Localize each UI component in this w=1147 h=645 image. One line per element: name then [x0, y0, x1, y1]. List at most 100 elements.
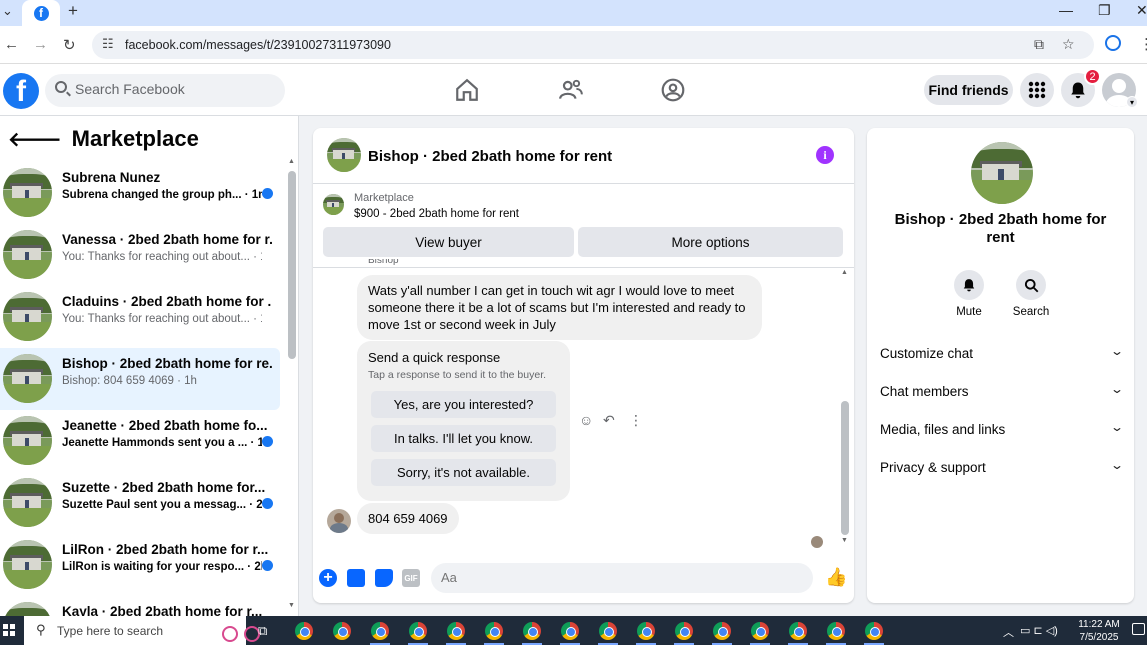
friends-icon[interactable] [558, 77, 584, 103]
facebook-header: f Find friends 2 ▾ [0, 64, 1147, 116]
install-app-icon[interactable]: ⧉ [1034, 36, 1044, 53]
sticker-icon[interactable] [375, 569, 393, 587]
facebook-search[interactable] [45, 74, 285, 107]
chrome-taskbar-icon[interactable] [447, 622, 465, 640]
thread-item[interactable]: Jeanette · 2bed 2bath home fo... Jeanette… [0, 410, 280, 472]
scroll-up-arrow-icon[interactable]: ▲ [288, 158, 295, 165]
thread-item[interactable]: Kayla · 2bed 2bath home for r... [0, 596, 280, 616]
groups-icon[interactable] [660, 77, 686, 103]
tab-search-chevron-icon[interactable]: ⌄ [2, 3, 13, 19]
clock-time: 11:22 AM [1078, 619, 1120, 630]
chrome-taskbar-icon[interactable] [675, 622, 693, 640]
tray-chevron-icon[interactable]: ︿ [1003, 624, 1014, 640]
find-friends-button[interactable]: Find friends [924, 75, 1013, 105]
thread-item[interactable]: LilRon · 2bed 2bath home for r... LilRon … [0, 534, 280, 596]
thumbs-up-icon[interactable]: 👍 [825, 567, 847, 588]
reload-icon[interactable]: ↻ [63, 36, 76, 54]
photo-icon[interactable] [347, 569, 365, 587]
listing-item[interactable]: $900 - 2bed 2bath home for rent [354, 208, 519, 220]
gif-icon[interactable]: GIF [402, 569, 420, 587]
scrollbar-thumb[interactable] [841, 401, 849, 535]
search-action[interactable]: Search [1006, 270, 1056, 318]
details-title: Bishop · 2bed 2bath home for rent [894, 211, 1107, 246]
back-arrow-icon[interactable]: ← [4, 36, 19, 53]
search-input[interactable] [75, 81, 275, 97]
browser-tab-facebook[interactable]: f [22, 0, 60, 26]
menu-grid-button[interactable] [1020, 73, 1054, 107]
chat-members-section[interactable]: Chat members ⌄ [880, 376, 1126, 406]
windows-start-icon[interactable] [3, 624, 15, 636]
incoming-message[interactable]: Wats y'all number I can get in touch wit… [357, 275, 762, 340]
media-files-links-section[interactable]: Media, files and links ⌄ [880, 414, 1126, 444]
conversation-panel: Bishop · 2bed 2bath home for rent i Mark… [313, 128, 854, 603]
quick-reply-not-available-button[interactable]: Sorry, it's not available. [371, 459, 556, 486]
section-label: Media, files and links [880, 422, 1006, 437]
scroll-down-arrow-icon[interactable]: ▼ [841, 537, 848, 544]
facebook-logo-icon[interactable]: f [3, 73, 39, 109]
chrome-taskbar-icon[interactable] [295, 622, 313, 640]
thread-item[interactable]: Vanessa · 2bed 2bath home for r... You: T… [0, 224, 280, 286]
plus-icon[interactable]: + [319, 569, 337, 587]
account-chevron-icon[interactable]: ▾ [1126, 96, 1138, 108]
thread-item[interactable]: Claduins · 2bed 2bath home for ... You: T… [0, 286, 280, 348]
mute-action[interactable]: Mute [944, 270, 994, 318]
marketplace-thread-list: 🡐 Marketplace Subrena Nunez Subrena change… [0, 116, 299, 616]
minimize-icon[interactable]: — [1059, 2, 1073, 18]
message-input[interactable] [441, 570, 781, 585]
new-tab-plus-icon[interactable]: + [68, 1, 78, 21]
info-icon[interactable]: i [816, 146, 834, 164]
chrome-taskbar-icon[interactable] [751, 622, 769, 640]
chrome-taskbar-icon[interactable] [409, 622, 427, 640]
restore-icon[interactable]: ❐ [1098, 2, 1111, 19]
browser-profile-icon[interactable] [1105, 35, 1121, 51]
chrome-taskbar-icon[interactable] [523, 622, 541, 640]
address-bar[interactable]: ☷ facebook.com/messages/t/23910027311973… [92, 31, 1094, 59]
incoming-message-phone[interactable]: 804 659 4069 [357, 503, 459, 534]
chrome-taskbar-icon[interactable] [599, 622, 617, 640]
taskbar-clock[interactable]: 11:22 AM 7/5/2025 [1073, 618, 1125, 644]
chrome-taskbar-icon[interactable] [485, 622, 503, 640]
chrome-taskbar-icon[interactable] [827, 622, 845, 640]
details-listing-thumbnail[interactable] [971, 142, 1033, 204]
site-settings-icon[interactable]: ☷ [102, 36, 114, 52]
thread-item[interactable]: Bishop · 2bed 2bath home for re... Bishop… [0, 348, 280, 410]
task-view-icon[interactable]: ⧉ [258, 623, 267, 639]
back-arrow-icon[interactable]: 🡐 [8, 129, 62, 151]
chrome-taskbar-icon[interactable] [865, 622, 883, 640]
scroll-down-arrow-icon[interactable]: ▼ [288, 602, 295, 609]
chrome-taskbar-icon[interactable] [789, 622, 807, 640]
sender-avatar[interactable] [327, 509, 351, 533]
privacy-support-section[interactable]: Privacy & support ⌄ [880, 452, 1126, 482]
react-emoji-icon[interactable]: ☺ [579, 412, 593, 428]
home-icon[interactable] [454, 77, 480, 103]
browser-menu-icon[interactable]: ⋮ [1139, 35, 1147, 53]
scroll-up-arrow-icon[interactable]: ▲ [841, 269, 848, 276]
notification-center-icon[interactable] [1132, 623, 1145, 635]
scrollbar-thumb[interactable] [288, 171, 296, 359]
customize-chat-section[interactable]: Customize chat ⌄ [880, 338, 1126, 368]
chrome-taskbar-icon[interactable] [371, 622, 389, 640]
forward-arrow-icon[interactable]: → [33, 36, 48, 53]
conversation-scrollbar[interactable]: ▲ ▼ [841, 269, 849, 549]
close-window-icon[interactable]: ✕ [1136, 2, 1147, 19]
more-actions-icon[interactable]: ⋮ [629, 412, 643, 429]
chrome-taskbar-icon[interactable] [333, 622, 351, 640]
thread-item[interactable]: Suzette · 2bed 2bath home for... Suzette … [0, 472, 280, 534]
conversation-listing-thumbnail[interactable] [327, 138, 361, 172]
chrome-taskbar-icon[interactable] [561, 622, 579, 640]
reply-arrow-icon[interactable]: ↶ [603, 412, 615, 429]
quick-reply-yes-button[interactable]: Yes, are you interested? [371, 391, 556, 418]
bookmark-star-icon[interactable]: ☆ [1062, 36, 1075, 53]
tray-system-icons[interactable]: ▭ ⊏ ◁) [1020, 624, 1058, 637]
chrome-taskbar-icon[interactable] [637, 622, 655, 640]
more-options-button[interactable]: More options [578, 227, 843, 257]
chrome-taskbar-icon[interactable] [713, 622, 731, 640]
thread-list-scrollbar[interactable]: ▲ ▼ [288, 156, 296, 616]
thread-item[interactable]: Subrena Nunez Subrena changed the group p… [0, 162, 280, 224]
listing-thumbnail[interactable] [323, 194, 344, 215]
message-box[interactable] [431, 563, 813, 593]
quick-reply-in-talks-button[interactable]: In talks. I'll let you know. [371, 425, 556, 452]
taskbar-search[interactable]: ⚲ Type here to search [24, 616, 260, 645]
view-buyer-button[interactable]: View buyer [323, 227, 574, 257]
conversation-title[interactable]: Bishop · 2bed 2bath home for rent [368, 148, 612, 165]
